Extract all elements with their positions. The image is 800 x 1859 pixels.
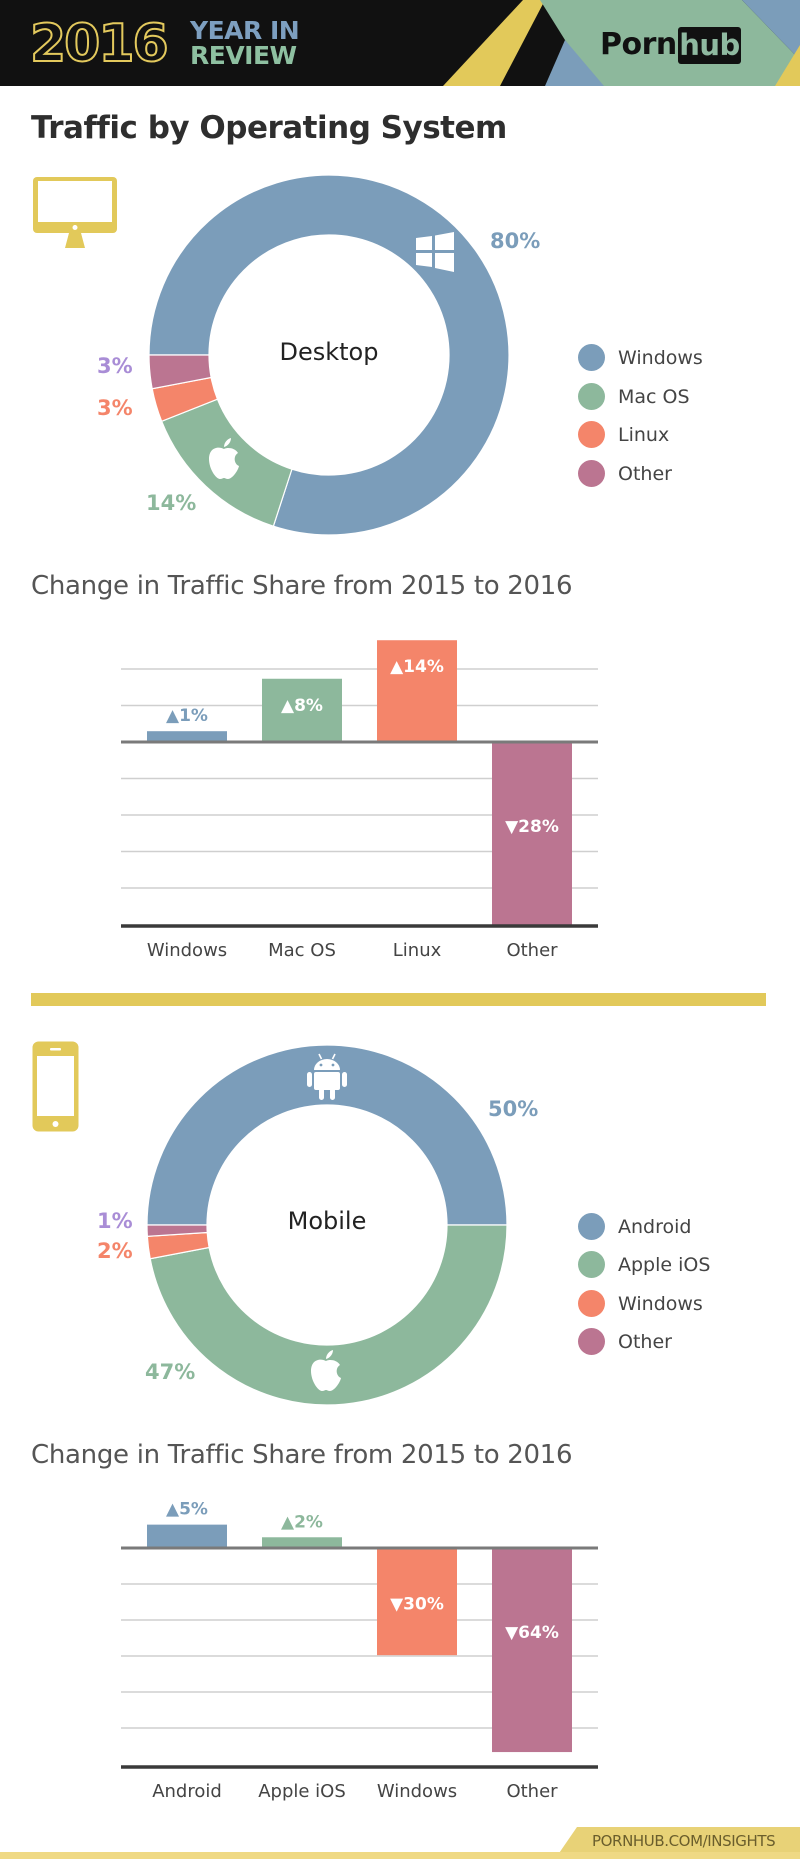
windows-logo-icon — [416, 232, 454, 272]
category-label: Mac OS — [268, 940, 336, 960]
pct-label-other: 3% — [97, 354, 133, 378]
legend-label: Mac OS — [618, 386, 690, 408]
header-banner: 2016 YEAR IN REVIEW Porn hub — [0, 0, 800, 86]
category-label: Android — [152, 1781, 222, 1802]
mobile-change-bar-chart: ▲5% Android ▲2% Apple iOS ▼30% Windows ▼64% Oth… — [121, 1500, 598, 1802]
bar-value-label: ▲8% — [281, 696, 323, 716]
legend-label: Windows — [618, 347, 703, 369]
header-stripe-yellow — [443, 0, 545, 86]
bar-value-label: ▼30% — [390, 1595, 444, 1615]
legend-swatch — [578, 344, 605, 371]
legend-label: Other — [618, 463, 672, 485]
bar-value-label: ▼64% — [505, 1623, 559, 1643]
pct-label-ios: 47% — [145, 1360, 196, 1384]
pct-label-other: 1% — [97, 1209, 133, 1233]
apple-logo-icon — [311, 1350, 341, 1391]
legend-swatch — [578, 421, 605, 448]
category-label: Windows — [147, 940, 227, 960]
pct-label-windows: 2% — [97, 1239, 133, 1263]
legend-label: Windows — [618, 1293, 703, 1315]
bar-linux — [377, 640, 457, 742]
year-number: 2016 — [29, 13, 170, 75]
legend-label: Linux — [618, 424, 670, 446]
mobile-center-label: Mobile — [287, 1207, 367, 1235]
pct-label-windows: 80% — [490, 229, 541, 253]
legend-swatch — [578, 1290, 605, 1317]
legend-swatch — [578, 1213, 605, 1240]
page-title: Traffic by Operating System — [31, 110, 507, 146]
pct-label-macos: 14% — [146, 491, 197, 515]
android-logo-icon — [307, 1053, 347, 1100]
category-label: Other — [506, 940, 558, 960]
bar-value-label: ▲5% — [166, 1500, 208, 1520]
bar-windows — [147, 731, 227, 742]
review-text: REVIEW — [190, 41, 297, 70]
desktop-change-bar-chart: ▲1% Windows ▲8% Mac OS ▲14% Linux ▼28% Other — [121, 640, 598, 960]
category-label: Windows — [377, 1781, 457, 1802]
category-label: Linux — [393, 940, 442, 960]
legend-swatch — [578, 1328, 605, 1355]
pct-label-linux: 3% — [97, 396, 133, 420]
apple-logo-icon — [209, 438, 239, 479]
desktop-change-title: Change in Traffic Share from 2015 to 201… — [31, 571, 573, 601]
mobile-change-title: Change in Traffic Share from 2015 to 201… — [31, 1440, 573, 1470]
pct-label-android: 50% — [488, 1097, 539, 1121]
legend-swatch — [578, 460, 605, 487]
bar-android — [147, 1524, 227, 1548]
bar-other — [492, 1548, 572, 1753]
bar-value-label: ▲2% — [281, 1512, 323, 1532]
footer-url-link[interactable]: PORNHUB.COM/INSIGHTS — [592, 1832, 776, 1850]
desktop-monitor-icon — [33, 177, 117, 248]
logo-text-porn: Porn — [600, 27, 677, 62]
legend-label: Apple iOS — [618, 1254, 711, 1276]
desktop-center-label: Desktop — [279, 338, 379, 366]
section-divider — [31, 993, 766, 1006]
bar-value-label: ▼28% — [505, 817, 559, 837]
legend-swatch — [578, 1251, 605, 1278]
bar-value-label: ▲1% — [166, 706, 208, 726]
category-label: Other — [506, 1781, 558, 1802]
bar-apple-ios — [262, 1537, 342, 1548]
logo-text-hub: hub — [678, 27, 741, 64]
legend-label: Android — [618, 1216, 692, 1238]
legend-label: Other — [618, 1331, 672, 1353]
bar-value-label: ▲14% — [390, 657, 444, 677]
category-label: Apple iOS — [258, 1781, 346, 1802]
smartphone-icon — [32, 1041, 79, 1132]
legend-swatch — [578, 383, 605, 410]
